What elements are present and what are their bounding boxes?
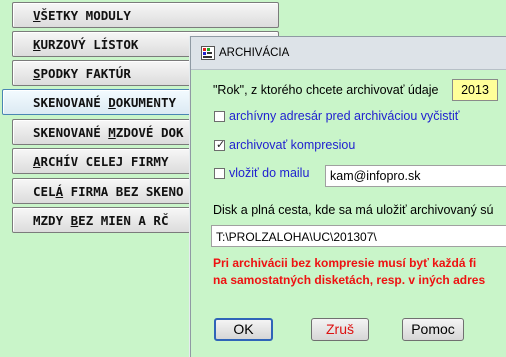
- menu-label-prefix: SKENOVANÉ: [33, 125, 109, 140]
- warning-line-2: na samostatných disketách, resp. v iných…: [213, 273, 486, 287]
- menu-label-prefix: CEL: [33, 184, 56, 199]
- hotkey: S: [33, 66, 41, 81]
- menu-label-prefix: SKENOVANÉ: [33, 95, 109, 110]
- compress-checkbox[interactable]: ✓: [214, 139, 226, 151]
- archivacia-dialog: ARCHIVÁCIA "Rok", z ktorého chcete archi…: [190, 36, 506, 357]
- email-field[interactable]: kam@infopro.sk: [325, 165, 506, 187]
- compress-label[interactable]: archivovať kompresiou: [229, 138, 355, 152]
- help-button[interactable]: Pomoc: [402, 318, 464, 341]
- menu-label: RCHÍV CELEJ FIRMY: [40, 154, 169, 169]
- menu-label: URZOVÝ LÍSTOK: [40, 37, 139, 52]
- path-label: Disk a plná cesta, kde sa má uložiť arch…: [213, 203, 494, 217]
- hotkey: V: [33, 8, 41, 23]
- clear-dir-checkbox[interactable]: [214, 111, 225, 122]
- year-input[interactable]: 2013: [452, 79, 498, 101]
- hotkey: Á: [55, 184, 64, 199]
- dialog-titlebar[interactable]: ARCHIVÁCIA: [191, 37, 506, 70]
- dialog-title: ARCHIVÁCIA: [219, 47, 290, 59]
- path-field[interactable]: T:\PROLZALOHA\UC\201307\: [211, 225, 506, 247]
- menu-label: FIRMA BEZ SKENO: [63, 184, 184, 199]
- mail-label[interactable]: vložiť do mailu: [229, 166, 309, 180]
- app-icon: [201, 46, 215, 60]
- clear-dir-label[interactable]: archívny adresár pred archiváciou vyčist…: [229, 109, 459, 123]
- menu-item-vsetky-moduly[interactable]: VŠETKY MODULY: [12, 2, 279, 28]
- menu-label: OKUMENTY: [115, 95, 177, 110]
- check-icon: ✓: [216, 139, 226, 151]
- hotkey: K: [33, 37, 41, 52]
- ok-button[interactable]: OK: [214, 318, 273, 341]
- menu-label: EZ MIEN A RČ: [78, 213, 169, 228]
- year-label: "Rok", z ktorého chcete archivovať údaje: [213, 83, 439, 97]
- menu-label: ŠETKY MODULY: [40, 8, 131, 23]
- menu-label: ZDOVÉ DOK: [115, 125, 184, 140]
- mail-checkbox[interactable]: [214, 168, 225, 179]
- cancel-button[interactable]: Zruš: [311, 318, 369, 341]
- hotkey: M: [108, 125, 116, 140]
- menu-label: PODKY FAKTÚR: [40, 66, 131, 81]
- warning-line-1: Pri archivácii bez kompresie musí byť ka…: [213, 256, 477, 270]
- menu-label-prefix: MZDY: [33, 213, 71, 228]
- compression-warning: Pri archivácii bez kompresie musí byť ka…: [213, 255, 485, 289]
- hotkey: A: [33, 154, 41, 169]
- hotkey: D: [108, 95, 116, 110]
